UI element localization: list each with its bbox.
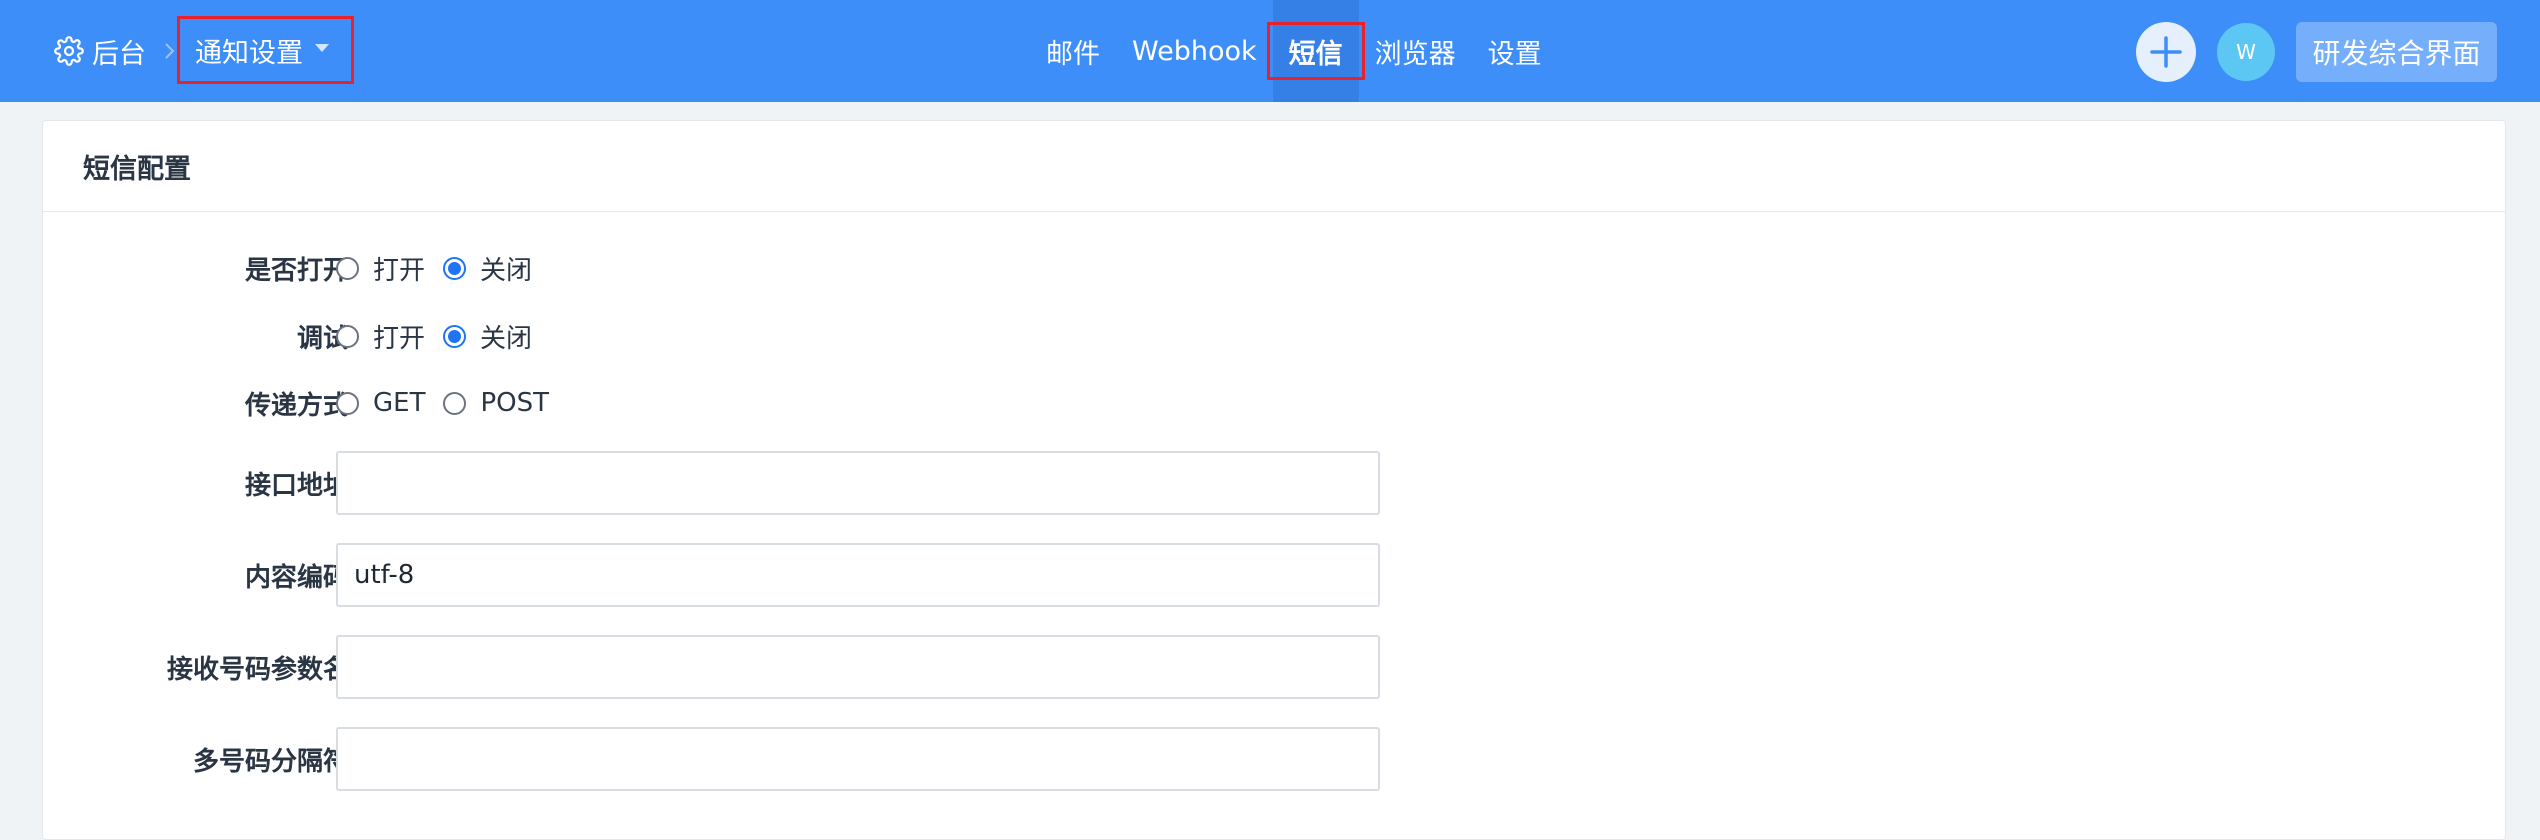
plus-icon [2150,36,2182,68]
form-row-debug: 调试 打开 关闭 [43,306,2505,366]
top-navigation-bar: 后台 通知设置 邮件 Webhook 短信 浏览器 设置 W 研发综合界面 [0,0,2540,102]
tab-sms-label: 短信 [1288,38,1343,70]
avatar-initial: W [2236,40,2256,64]
separator-label: 多号码分隔符 [192,746,349,777]
enable-label: 是否打开 [244,255,349,286]
phone-param-input[interactable] [336,635,1380,699]
radio-debug-on[interactable] [336,324,359,348]
enable-option-off-label: 关闭 [480,255,533,286]
add-button[interactable] [2136,22,2196,82]
encoding-label: 内容编码 [244,562,349,593]
module-select-dropdown[interactable]: 通知设置 [177,16,354,84]
form-row-phone-param: 接收号码参数名 [43,635,2505,699]
enable-option-on-label: 打开 [373,255,426,286]
method-label: 传递方式 [244,390,349,421]
module-select-label: 通知设置 [195,37,303,69]
radio-debug-off[interactable] [443,324,467,348]
enable-option-off[interactable]: 关闭 [443,250,532,287]
form-row-separator: 多号码分隔符 [43,727,2505,791]
method-option-get-label: GET [373,388,426,418]
nav-tabs: 邮件 Webhook 短信 浏览器 设置 [1030,0,1558,102]
tab-email[interactable]: 邮件 [1030,0,1116,102]
separator-input[interactable] [336,727,1380,791]
tab-webhook-label: Webhook [1132,35,1257,67]
enable-radio-group: 打开 关闭 [336,250,550,287]
debug-radio-group: 打开 关闭 [336,318,550,355]
debug-option-off-label: 关闭 [480,323,533,354]
tab-sms[interactable]: 短信 [1266,0,1365,102]
tab-browser[interactable]: 浏览器 [1359,0,1472,102]
form-row-api-url: 接口地址 [43,451,2505,515]
sms-config-card: 短信配置 是否打开 打开 关闭 调试 打开 关闭 传递方式 GET POST 接… [42,120,2506,840]
radio-method-post[interactable] [443,391,467,415]
workspace-button-label: 研发综合界面 [2312,37,2481,70]
gear-icon [54,36,84,66]
debug-option-off[interactable]: 关闭 [443,318,532,355]
method-radio-group: GET POST [336,388,567,418]
home-label: 后台 [92,38,146,70]
form-row-enable: 是否打开 打开 关闭 [43,238,2505,298]
debug-option-on[interactable]: 打开 [336,318,425,355]
method-option-get[interactable]: GET [336,388,425,418]
tab-settings-label: 设置 [1487,38,1542,70]
tab-browser-label: 浏览器 [1374,38,1456,70]
caret-down-icon [315,44,329,52]
radio-enable-off[interactable] [443,256,467,280]
encoding-input[interactable] [336,543,1380,607]
avatar[interactable]: W [2217,23,2275,81]
enable-option-on[interactable]: 打开 [336,250,425,287]
form-row-method: 传递方式 GET POST [43,373,2505,433]
radio-enable-on[interactable] [336,256,359,280]
api-url-label: 接口地址 [244,470,349,501]
phone-param-label: 接收号码参数名 [166,654,349,685]
home-link[interactable]: 后台 [54,30,146,72]
api-url-input[interactable] [336,451,1380,515]
method-option-post-label: POST [480,388,549,418]
method-option-post[interactable]: POST [443,388,549,418]
form-row-encoding: 内容编码 [43,543,2505,607]
tab-webhook[interactable]: Webhook [1116,0,1273,102]
card-title: 短信配置 [43,121,2505,212]
tab-email-label: 邮件 [1046,38,1100,70]
radio-method-get[interactable] [336,391,359,415]
debug-option-on-label: 打开 [373,323,426,354]
workspace-button[interactable]: 研发综合界面 [2296,22,2497,82]
tab-settings[interactable]: 设置 [1472,0,1558,102]
